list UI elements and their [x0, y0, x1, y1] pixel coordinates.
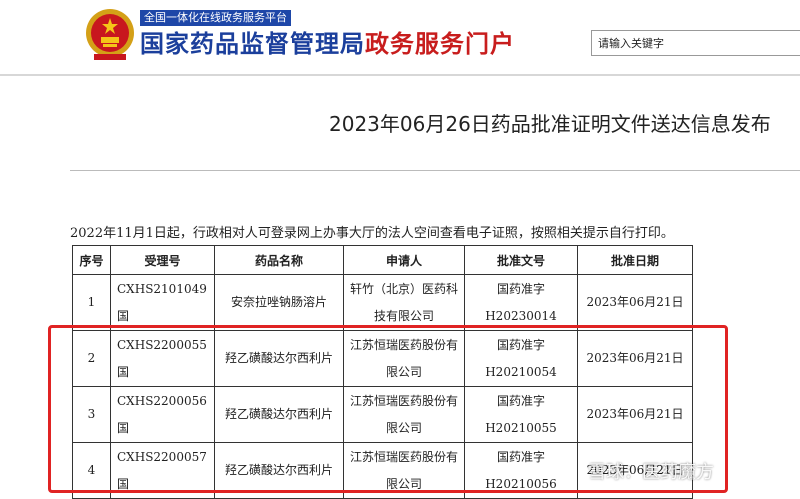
table-row: 3 CXHS2200056国 羟乙磺酸达尔西利片 江苏恒瑞医药股份有限公司 国药… [72, 386, 693, 443]
header-acceptance-no: 受理号 [110, 245, 215, 275]
cell-approval-no: 国药准字H20230014 [464, 274, 578, 331]
cell-applicant: 轩竹（北京）医药科技有限公司 [343, 274, 465, 331]
search-box[interactable] [591, 30, 800, 56]
page-title: 2023年06月26日药品批准证明文件送达信息发布 [329, 112, 771, 136]
notice-text: 2022年11月1日起，行政相对人可登录网上办事大厅的法人空间查看电子证照，按照… [70, 226, 674, 241]
cell-acceptance-no: CXHS2200055国 [110, 330, 215, 387]
cell-acceptance-no: CXHS2200056国 [110, 386, 215, 443]
cell-drug-name: 安奈拉唑钠肠溶片 [214, 274, 344, 331]
cell-applicant: 江苏恒瑞医药股份有限公司 [343, 386, 465, 443]
header-index: 序号 [72, 245, 111, 275]
title-divider [70, 170, 800, 171]
cell-approval-date: 2023年06月21日 [577, 274, 693, 331]
search-input[interactable] [592, 31, 800, 55]
site-title[interactable]: 国家药品监督管理局政务服务门户 [140, 27, 515, 61]
site-title-main: 国家药品监督管理局 [140, 30, 365, 58]
platform-subtitle: 全国一体化在线政务服务平台 [140, 10, 291, 26]
header-drug-name: 药品名称 [214, 245, 344, 275]
cell-applicant: 江苏恒瑞医药股份有限公司 [343, 330, 465, 387]
cell-approval-date: 2023年06月21日 [577, 330, 693, 387]
site-header: 全国一体化在线政务服务平台 国家药品监督管理局政务服务门户 [0, 0, 800, 74]
watermark: 雪球：医药魔方 [588, 462, 714, 483]
cell-applicant: 江苏恒瑞医药股份有限公司 [343, 442, 465, 499]
cell-drug-name: 羟乙磺酸达尔西利片 [214, 330, 344, 387]
cell-index: 2 [72, 330, 111, 387]
table-row: 2 CXHS2200055国 羟乙磺酸达尔西利片 江苏恒瑞医药股份有限公司 国药… [72, 330, 693, 387]
cell-approval-no: 国药准字H20210055 [464, 386, 578, 443]
cell-acceptance-no: CXHS2200057国 [110, 442, 215, 499]
cell-drug-name: 羟乙磺酸达尔西利片 [214, 386, 344, 443]
cell-index: 4 [72, 442, 111, 499]
header-approval-no: 批准文号 [464, 245, 578, 275]
cell-index: 1 [72, 274, 111, 331]
site-title-accent: 政务服务门户 [365, 30, 515, 58]
table-row: 1 CXHS2101049国 安奈拉唑钠肠溶片 轩竹（北京）医药科技有限公司 国… [72, 274, 693, 331]
header-divider [0, 74, 800, 76]
cell-approval-no: 国药准字H20210054 [464, 330, 578, 387]
header-applicant: 申请人 [343, 245, 465, 275]
cell-approval-no: 国药准字H20210056 [464, 442, 578, 499]
national-emblem-icon [86, 9, 134, 60]
cell-index: 3 [72, 386, 111, 443]
cell-approval-date: 2023年06月21日 [577, 386, 693, 443]
cell-acceptance-no: CXHS2101049国 [110, 274, 215, 331]
cell-drug-name: 羟乙磺酸达尔西利片 [214, 442, 344, 499]
table-header-row: 序号 受理号 药品名称 申请人 批准文号 批准日期 [72, 245, 693, 275]
header-approval-date: 批准日期 [577, 245, 693, 275]
